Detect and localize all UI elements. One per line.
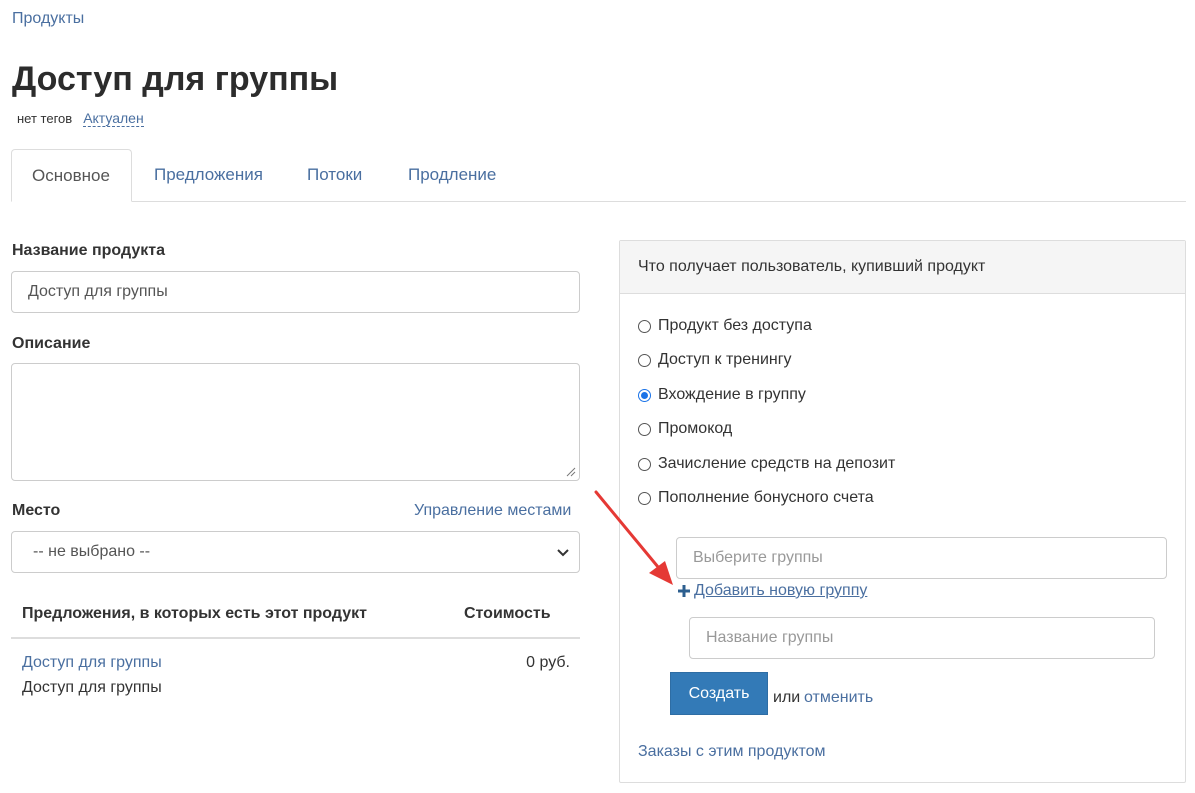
option-label: Доступ к тренингу: [658, 351, 792, 368]
option-promocode[interactable]: Промокод: [638, 420, 732, 438]
cancel-link[interactable]: отменить: [804, 689, 873, 707]
option-label: Продукт без доступа: [658, 317, 812, 334]
radio-deposit[interactable]: [638, 457, 651, 471]
radio-join-group[interactable]: [638, 388, 651, 402]
offer-price: 0 руб.: [526, 654, 570, 671]
option-deposit[interactable]: Зачисление средств на депозит: [638, 455, 895, 473]
create-group-button[interactable]: Создать: [670, 672, 768, 715]
groups-select-input[interactable]: [676, 537, 1167, 579]
description-textarea[interactable]: [11, 363, 580, 481]
description-label: Описание: [12, 335, 91, 352]
radio-no-access[interactable]: [638, 319, 651, 333]
option-label: Вхождение в группу: [658, 386, 806, 403]
option-join-group[interactable]: Вхождение в группу: [638, 386, 806, 404]
product-name-input[interactable]: [11, 271, 580, 313]
radio-promocode[interactable]: [638, 422, 651, 436]
option-label: Пополнение бонусного счета: [658, 489, 874, 506]
manage-places-link[interactable]: Управление местами: [414, 502, 571, 520]
option-label: Промокод: [658, 420, 733, 437]
offer-link[interactable]: Доступ для группы: [22, 654, 162, 672]
option-training-access[interactable]: Доступ к тренингу: [638, 351, 792, 369]
offers-header-offer: Предложения, в которых есть этот продукт: [22, 605, 367, 622]
option-no-access[interactable]: Продукт без доступа: [638, 317, 812, 335]
description-wrapper: [11, 363, 580, 481]
table-row: Доступ для группы Доступ для группы 0 ру…: [11, 639, 580, 699]
or-text: или: [773, 689, 801, 706]
place-label: Место: [12, 502, 61, 519]
add-group-link[interactable]: Добавить новую группу: [678, 582, 867, 600]
annotation-arrow-icon: [594, 490, 673, 585]
radio-training-access[interactable]: [638, 353, 651, 367]
offer-subtitle: Доступ для группы: [22, 679, 162, 696]
resize-grip-icon[interactable]: [566, 467, 576, 477]
place-select[interactable]: -- не выбрано --: [11, 531, 580, 573]
tab-offers[interactable]: Предложения: [134, 149, 283, 201]
tab-renewal[interactable]: Продление: [388, 149, 516, 201]
chevron-down-icon: [557, 549, 569, 557]
group-name-input[interactable]: [689, 617, 1155, 659]
status-link[interactable]: Актуален: [83, 110, 144, 127]
add-group-label: Добавить новую группу: [694, 582, 868, 599]
breadcrumb-products[interactable]: Продукты: [12, 10, 84, 28]
tags-row: нет тегов Актуален: [17, 110, 144, 127]
offers-table-header: Предложения, в которых есть этот продукт…: [11, 596, 580, 639]
page-title: Доступ для группы: [12, 60, 339, 98]
tab-streams[interactable]: Потоки: [287, 149, 382, 201]
orders-with-product-link[interactable]: Заказы с этим продуктом: [638, 743, 826, 761]
panel-heading: Что получает пользователь, купивший прод…: [620, 241, 1185, 294]
tags-text: нет тегов: [17, 111, 73, 126]
tab-main[interactable]: Основное: [11, 149, 132, 202]
product-name-label: Название продукта: [12, 242, 165, 259]
product-access-panel: Что получает пользователь, купивший прод…: [619, 240, 1186, 783]
offers-table: Предложения, в которых есть этот продукт…: [11, 596, 580, 699]
offers-header-price: Стоимость: [464, 605, 551, 622]
place-select-value: -- не выбрано --: [33, 543, 151, 560]
tabs: Основное Предложения Потоки Продление: [11, 149, 1186, 202]
option-label: Зачисление средств на депозит: [658, 455, 896, 472]
